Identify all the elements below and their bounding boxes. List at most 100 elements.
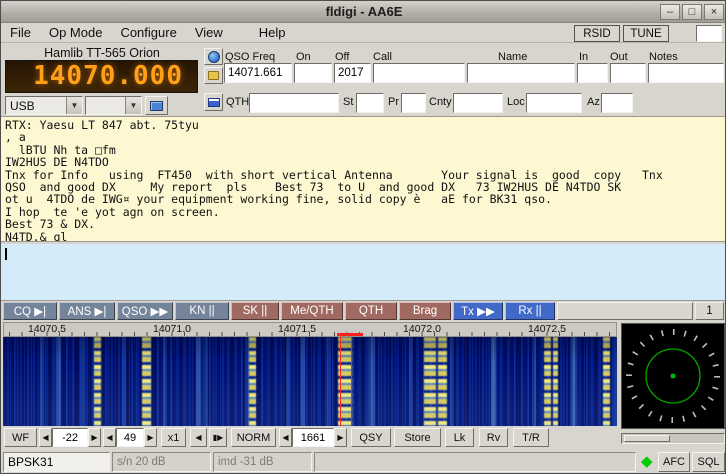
close-icon: ×: [711, 6, 717, 18]
ref-level-down-button[interactable]: ◀: [39, 428, 52, 447]
loc-label: Loc: [507, 96, 525, 108]
out-input[interactable]: [610, 63, 646, 83]
macro-button-tx[interactable]: Tx ▶▶: [453, 302, 503, 320]
on-label: On: [296, 51, 311, 63]
macro-button-me-qth[interactable]: Me/QTH: [281, 302, 343, 320]
store-button[interactable]: Store: [394, 428, 441, 447]
az-label: Az: [587, 96, 600, 108]
reverse-button[interactable]: Rv: [479, 428, 508, 447]
tune-button[interactable]: TUNE: [623, 25, 669, 42]
edit-qso-button[interactable]: [204, 67, 223, 84]
mode-status[interactable]: BPSK31: [3, 452, 110, 472]
menu-item-op-mode[interactable]: Op Mode: [40, 23, 111, 42]
status-spacer: [314, 452, 636, 472]
call-input[interactable]: [373, 63, 465, 83]
qth-label: QTH: [226, 96, 249, 108]
waterfall-scale: 14070.5 14071.0 14071.5 14072.0 14072.5: [3, 322, 617, 337]
cnty-input[interactable]: [453, 93, 503, 113]
pr-label: Pr: [388, 96, 399, 108]
afc-toggle[interactable]: AFC: [658, 452, 690, 472]
snr-status: s/n 20 dB: [112, 452, 211, 472]
globe-icon: [208, 51, 220, 63]
name-label: Name: [498, 51, 527, 63]
range-value: 49: [116, 428, 144, 447]
macro-set-button[interactable]: 1: [695, 302, 724, 320]
st-input[interactable]: [356, 93, 384, 113]
waterfall-signal: [142, 337, 151, 426]
az-input[interactable]: [601, 93, 633, 113]
zoom-button[interactable]: x1: [161, 428, 186, 447]
macro-button-qth[interactable]: QTH: [345, 302, 397, 320]
menu-item-view[interactable]: View: [186, 23, 232, 42]
rx-line: ot u 4TDO de IWG¤ your equipment working…: [5, 193, 723, 205]
tuned-indicator-icon: ◆: [641, 452, 653, 472]
macro-button-rx[interactable]: Rx ||: [505, 302, 555, 320]
rig-control-button[interactable]: [145, 96, 168, 115]
mode-select[interactable]: USB ▼: [5, 96, 83, 115]
macro-button-sk[interactable]: SK ||: [231, 302, 279, 320]
in-input[interactable]: [577, 63, 608, 83]
pr-input[interactable]: [401, 93, 426, 113]
ref-level-up-button[interactable]: ▶: [88, 428, 101, 447]
mode-select-value: USB: [6, 97, 66, 114]
chevron-down-icon: ▼: [66, 97, 82, 114]
tx-text-area[interactable]: [1, 244, 726, 301]
waterfall-trace: [301, 337, 305, 426]
macro-button-brag[interactable]: Brag: [399, 302, 451, 320]
carrier-value: 1661: [292, 428, 334, 447]
titlebar[interactable]: fldigi - AA6E – □ ×: [1, 1, 726, 23]
range-up-button[interactable]: ▶: [144, 428, 157, 447]
window-title: fldigi - AA6E: [326, 4, 403, 19]
menu-item-configure[interactable]: Configure: [111, 23, 185, 42]
macro-button-ans[interactable]: ANS ▶|: [59, 302, 115, 320]
tag-icon: [208, 71, 219, 80]
menu-right-indicator[interactable]: [696, 25, 722, 42]
loc-input[interactable]: [526, 93, 582, 113]
carrier-up-button[interactable]: ▶: [334, 428, 347, 447]
carrier-cursor-left: [340, 337, 341, 426]
rx-text-area[interactable]: RTX: Yaesu LT 847 abt. 75tyu , a lBTU Nh…: [1, 116, 726, 242]
minimize-button[interactable]: –: [660, 4, 680, 20]
macro-button-qso[interactable]: QSO ▶▶: [117, 302, 173, 320]
qso-freq-input[interactable]: [224, 63, 292, 83]
wf-mode-button[interactable]: WF: [4, 428, 37, 447]
maximize-button[interactable]: □: [682, 4, 702, 20]
menu-item-file[interactable]: File: [1, 23, 40, 42]
imd-status: imd -31 dB: [213, 452, 312, 472]
waterfall-display[interactable]: [3, 337, 617, 426]
in-label: In: [579, 51, 588, 63]
qrz-lookup-button[interactable]: [204, 48, 223, 65]
scale-ticks: [4, 332, 616, 336]
name-input[interactable]: [467, 63, 575, 83]
range-down-button[interactable]: ◀: [103, 428, 116, 447]
slew-left-button[interactable]: ◀: [190, 428, 207, 447]
scope-slider-handle[interactable]: [624, 435, 670, 442]
on-input[interactable]: [294, 63, 332, 83]
signal-band-marker: [337, 333, 363, 336]
rig-name: Hamlib TT-565 Orion: [11, 46, 193, 60]
tuning-scope[interactable]: [621, 323, 725, 429]
logbook-button[interactable]: [204, 93, 223, 111]
sql-toggle[interactable]: SQL: [692, 452, 725, 472]
out-label: Out: [610, 51, 628, 63]
slew-pause-button[interactable]: ▮▶: [209, 428, 227, 447]
st-label: St: [343, 96, 353, 108]
qth-input[interactable]: [249, 93, 339, 113]
off-input[interactable]: [334, 63, 371, 83]
macro-button-kn[interactable]: KN ||: [175, 302, 229, 320]
frequency-display[interactable]: 14070.000: [5, 60, 198, 93]
rsid-toggle[interactable]: RSID: [574, 25, 620, 42]
qsy-button[interactable]: QSY: [351, 428, 391, 447]
bandwidth-select[interactable]: ▼: [85, 96, 142, 115]
macro-button-cq[interactable]: CQ ▶|: [3, 302, 57, 320]
txrx-button[interactable]: T/R: [513, 428, 549, 447]
scope-slider[interactable]: [621, 433, 725, 444]
carrier-down-button[interactable]: ◀: [279, 428, 292, 447]
menu-item-help[interactable]: Help: [250, 23, 295, 42]
waterfall-signal: [603, 337, 610, 426]
notes-input[interactable]: [648, 63, 724, 83]
norm-button[interactable]: NORM: [231, 428, 276, 447]
off-label: Off: [335, 51, 349, 63]
close-button[interactable]: ×: [704, 4, 724, 20]
lock-button[interactable]: Lk: [445, 428, 474, 447]
